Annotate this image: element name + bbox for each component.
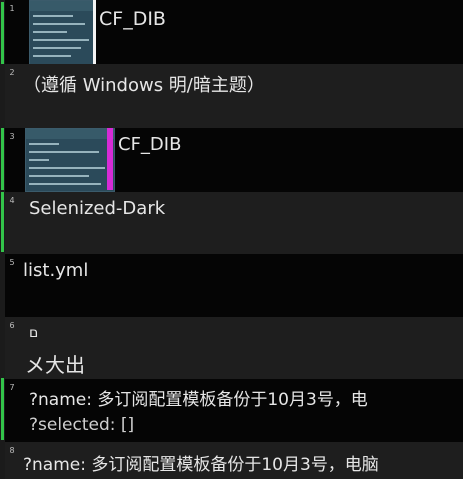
clip-text-line1: ?name: 多订阅配置模板备份于10月3号，电 [29,390,368,410]
row-index: 3 [9,132,15,141]
list-item[interactable]: 3 CF_DIB [5,128,463,193]
row-index: 1 [9,4,15,13]
thumbnail-marker [107,128,113,190]
row-index: 4 [9,196,15,205]
row-index: 6 [9,321,15,330]
clip-text-line2: ?selected: [] [29,415,135,435]
list-item[interactable]: 1 CF_DIB [5,0,463,65]
clip-text: list.yml [23,260,89,281]
list-item[interactable]: 4 Selenized-Dark [5,192,463,255]
clip-text: ?name: 多订阅配置模板备份于10月3号，电脑 [23,455,379,475]
list-item[interactable]: 5 list.yml [5,254,463,318]
list-item[interactable]: 7 ?name: 多订阅配置模板备份于10月3号，电 ?selected: [] [5,379,463,443]
clip-text-line2: メ大出 [25,353,85,377]
row-index: 5 [9,258,15,267]
clip-text-line1: ם [29,325,39,341]
clip-text: Selenized-Dark [29,198,166,219]
clip-text: CF_DIB [118,134,182,155]
clipboard-image-thumbnail[interactable] [29,0,95,64]
clip-text: （遵循 Windows 明/暗主题） [23,75,265,96]
clip-text: CF_DIB [99,8,166,30]
clipboard-image-thumbnail[interactable] [25,128,115,192]
list-item[interactable]: 2 （遵循 Windows 明/暗主题） [5,64,463,129]
row-index: 7 [9,383,15,392]
row-index: 8 [9,446,15,455]
list-item[interactable]: 8 ?name: 多订阅配置模板备份于10月3号，电脑 [5,442,463,479]
thumbnail-edge [93,0,96,64]
list-item[interactable]: 6 ם メ大出 [5,317,463,380]
row-index: 2 [9,68,15,77]
